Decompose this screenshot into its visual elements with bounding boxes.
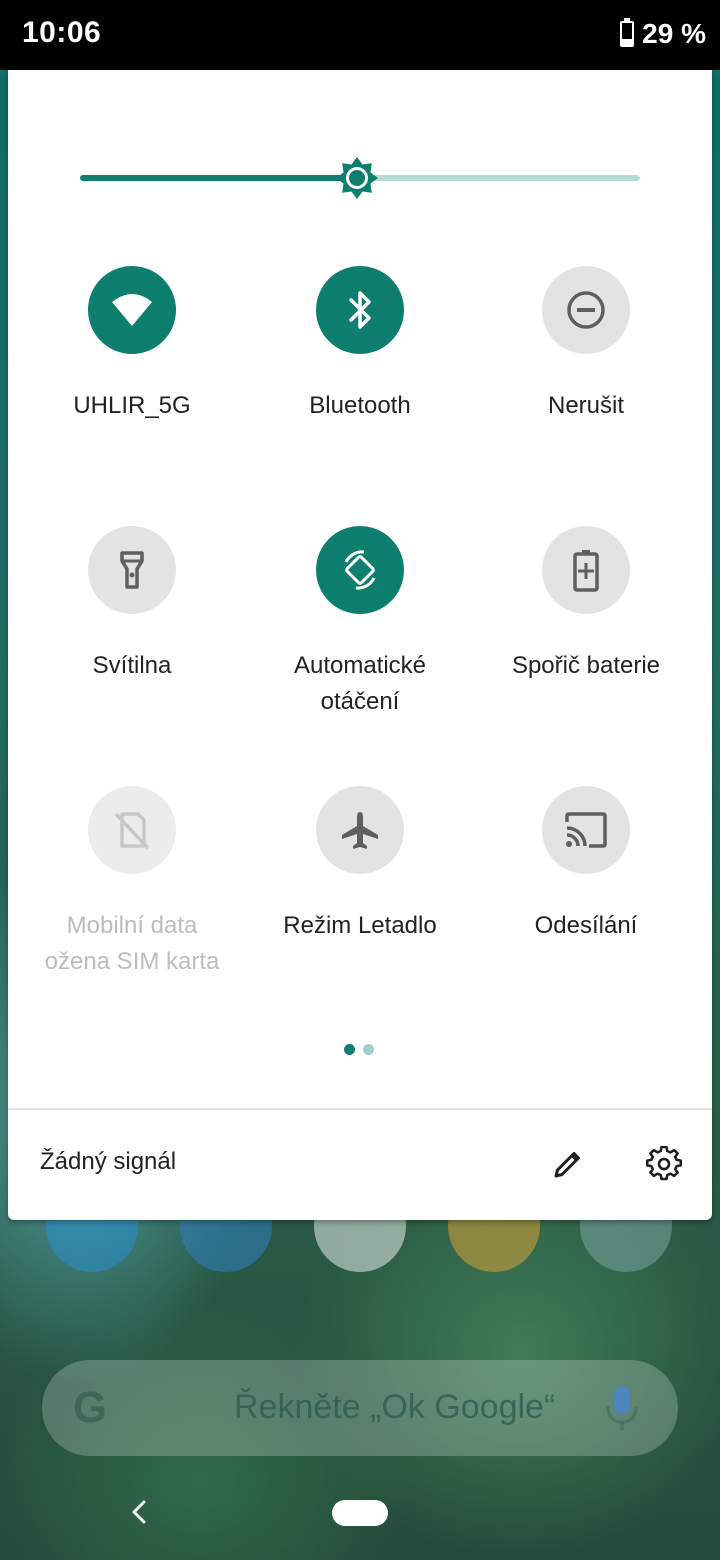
cast-toggle[interactable] (542, 786, 630, 874)
do-not-disturb-toggle[interactable] (542, 266, 630, 354)
tile-label: Spořič baterie (511, 652, 661, 679)
tile-sublabel: ožena SIM karta (44, 948, 220, 975)
brightness-slider[interactable] (80, 156, 640, 200)
home-pill-button[interactable] (332, 1500, 388, 1526)
do-not-disturb-icon (567, 291, 605, 329)
navigation-bar (0, 1470, 720, 1560)
search-placeholder: Řekněte „Ok Google“ (234, 1388, 556, 1426)
airplane-mode-toggle[interactable] (316, 786, 404, 874)
carrier-status-text: Žádný signál (40, 1148, 177, 1175)
tile-label: Mobilní data (66, 912, 198, 939)
tile-wifi[interactable]: UHLIR_5G (14, 266, 250, 424)
tile-battery-saver[interactable]: Spořič baterie (468, 526, 704, 684)
tile-label: Automatické (293, 652, 427, 679)
mobile-data-toggle[interactable] (88, 786, 176, 874)
page-dot[interactable] (363, 1044, 374, 1055)
back-icon[interactable] (122, 1492, 158, 1532)
battery-percentage: 29 % (642, 18, 706, 49)
google-logo-icon: G (72, 1383, 108, 1432)
settings-gear-icon[interactable] (646, 1146, 682, 1182)
auto-rotate-toggle[interactable] (316, 526, 404, 614)
airplane-icon (342, 812, 378, 849)
flashlight-toggle[interactable] (88, 526, 176, 614)
tile-cast[interactable]: Odesílání (468, 786, 704, 944)
battery-icon (620, 18, 635, 47)
brightness-thumb-icon[interactable] (335, 156, 379, 200)
bluetooth-toggle[interactable] (316, 266, 404, 354)
auto-rotate-icon (344, 550, 376, 590)
tile-airplane-mode[interactable]: Režim Letadlo (242, 786, 478, 944)
brightness-fill (80, 175, 358, 181)
battery-indicator: 29 % (620, 16, 706, 52)
tile-do-not-disturb[interactable]: Nerušit (468, 266, 704, 424)
tile-label: Svítilna (92, 652, 172, 679)
page-indicator (344, 1044, 374, 1055)
battery-saver-toggle[interactable] (542, 526, 630, 614)
tile-label: Bluetooth (309, 392, 411, 419)
tile-auto-rotate[interactable]: Automatické otáčení (242, 526, 478, 720)
tile-label: Režim Letadlo (283, 912, 437, 939)
clock: 10:06 (22, 16, 102, 49)
quick-settings-panel: UHLIR_5G Bluetooth Nerušit Svítilna Auto… (8, 70, 712, 1220)
tile-flashlight[interactable]: Svítilna (14, 526, 250, 684)
flashlight-icon (120, 551, 144, 589)
tile-label: Nerušit (547, 392, 625, 419)
tile-sublabel: otáčení (320, 688, 400, 715)
status-bar: 10:06 29 % (0, 0, 720, 70)
no-sim-icon (114, 812, 150, 850)
tile-mobile-data[interactable]: Mobilní data ožena SIM karta (14, 786, 250, 980)
cast-icon (565, 812, 607, 848)
wifi-icon (112, 294, 152, 326)
tile-bluetooth[interactable]: Bluetooth (242, 266, 478, 424)
microphone-icon[interactable] (604, 1382, 640, 1434)
google-search-bar[interactable]: G Řekněte „Ok Google“ (42, 1360, 678, 1456)
battery-saver-icon (573, 550, 599, 592)
tile-label: Odesílání (534, 912, 638, 939)
tile-label: UHLIR_5G (73, 392, 191, 419)
wifi-toggle[interactable] (88, 266, 176, 354)
dock (0, 1180, 720, 1280)
divider (8, 1108, 712, 1110)
page-dot-active[interactable] (344, 1044, 355, 1055)
bluetooth-icon (349, 291, 371, 329)
edit-pencil-icon[interactable] (550, 1146, 586, 1182)
